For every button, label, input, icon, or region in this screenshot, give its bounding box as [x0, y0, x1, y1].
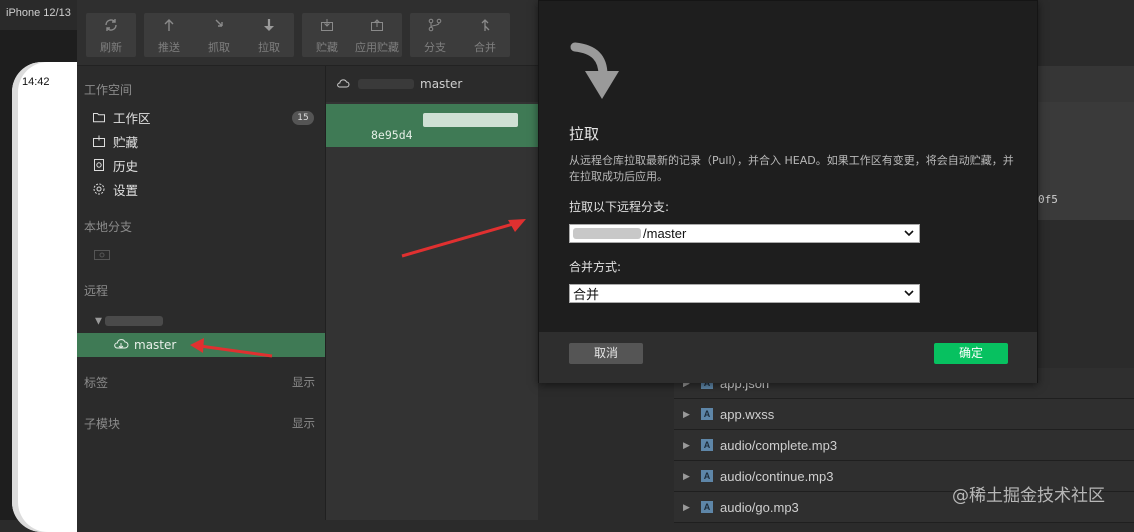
expand-arrow-icon[interactable]: ▶ [683, 440, 691, 451]
remote-branch-select-label: 拉取以下远程分支: [569, 200, 670, 214]
expand-arrow-icon[interactable]: ▶ [683, 502, 691, 513]
fetch-label: 抓取 [208, 41, 230, 54]
file-added-icon: A [701, 439, 713, 451]
merge-label: 合并 [474, 41, 496, 54]
chevron-down-icon [903, 286, 915, 303]
local-branch-section-title: 本地分支 [84, 220, 133, 234]
device-label: iPhone 12/13 [6, 7, 71, 19]
file-name: app.wxss [720, 406, 775, 422]
commit-hash-fragment: 0f5 [1038, 193, 1058, 206]
sidebar-item-workspace[interactable]: 工作区 [91, 106, 151, 128]
phone-screen[interactable] [12, 62, 77, 532]
stash-button[interactable]: 贮藏 [302, 13, 352, 57]
toolbar-group-stash: 贮藏 应用贮藏 [302, 13, 402, 57]
watermark: @稀土掘金技术社区 [952, 486, 1105, 506]
refresh-icon [102, 16, 120, 34]
sidebar-item-remote-master[interactable]: master [77, 333, 325, 357]
sidebar-item-label: 工作区 [113, 110, 151, 126]
remote-origin-toggle[interactable]: ▼ [95, 316, 163, 327]
file-name: audio/go.mp3 [720, 499, 799, 515]
merge-method-select[interactable]: 合并 [569, 284, 920, 303]
simulator-panel: iPhone 12/13 14:42 [0, 0, 77, 532]
tags-section-title: 标签 [84, 376, 109, 390]
git-toolbar: 刷新 推送 抓取 拉取 贮藏 应用贮藏 分支 合并 [77, 0, 538, 66]
push-icon [160, 16, 178, 34]
workspace-change-count-badge: 15 [292, 111, 314, 125]
status-time: 14:42 [22, 76, 50, 88]
stash-label: 贮藏 [316, 41, 338, 54]
sidebar-item-history[interactable]: 历史 [91, 154, 138, 176]
pull-button[interactable]: 拉取 [244, 13, 294, 57]
apply-stash-icon [368, 16, 386, 34]
submodule-show-button[interactable]: 显示 [292, 415, 315, 431]
stash-icon [318, 16, 336, 34]
file-name: audio/continue.mp3 [720, 468, 834, 484]
cloud-icon [336, 77, 350, 92]
sidebar-item-label: 贮藏 [113, 134, 139, 150]
sidebar-item-label: 历史 [113, 158, 139, 174]
remote-branch-label: master [134, 338, 177, 352]
gear-icon [91, 181, 107, 197]
refresh-label: 刷新 [100, 41, 122, 54]
merge-method-select-label: 合并方式: [569, 260, 622, 274]
pull-dialog: 拉取 从远程仓库拉取最新的记录（Pull），并合入 HEAD。如果工作区有变更，… [538, 0, 1038, 383]
submodule-section-title: 子模块 [84, 417, 121, 431]
confirm-button[interactable]: 确定 [934, 343, 1008, 364]
fetch-button[interactable]: 抓取 [194, 13, 244, 57]
branch-icon [426, 16, 444, 34]
sidebar-item-stash[interactable]: 贮藏 [91, 130, 138, 152]
commit-branch-tag [423, 113, 518, 127]
commit-list-panel: master 8e95d4 [326, 66, 538, 520]
branch-label: 分支 [424, 41, 446, 54]
cloud-icon [113, 337, 129, 353]
cancel-button[interactable]: 取消 [569, 343, 643, 364]
commit-list-header: master [326, 66, 538, 102]
expand-arrow-icon[interactable]: ▶ [683, 471, 691, 482]
pull-arrow-icon [569, 41, 621, 103]
pull-label: 拉取 [258, 41, 280, 54]
commit-row-selected[interactable]: 8e95d4 [326, 104, 538, 147]
tags-show-button[interactable]: 显示 [292, 374, 315, 390]
refresh-button[interactable]: 刷新 [86, 13, 136, 57]
file-added-icon: A [701, 408, 713, 420]
push-button[interactable]: 推送 [144, 13, 194, 57]
toolbar-group-sync: 刷新 [86, 13, 136, 57]
sidebar: 工作空间 工作区 15 贮藏 历史 设置 本地分支 远程 ▼ master 标签… [77, 66, 326, 520]
file-added-icon: A [701, 501, 713, 513]
stash-icon [91, 133, 107, 149]
toolbar-group-branch: 分支 合并 [410, 13, 510, 57]
chevron-down-icon [903, 226, 915, 243]
toolbar-group-remote: 推送 抓取 拉取 [144, 13, 294, 57]
merge-button[interactable]: 合并 [460, 13, 510, 57]
branch-button[interactable]: 分支 [410, 13, 460, 57]
sidebar-item-settings[interactable]: 设置 [91, 178, 138, 200]
remote-branch-select-value: /master [643, 226, 687, 241]
file-row[interactable]: ▶ A audio/complete.mp3 [674, 430, 1134, 461]
current-branch-label: master [420, 77, 463, 91]
merge-icon [476, 16, 494, 34]
file-name: audio/complete.mp3 [720, 437, 838, 453]
redacted-remote-name [573, 228, 641, 239]
file-added-icon: A [701, 470, 713, 482]
redacted-remote-name [104, 316, 163, 326]
push-label: 推送 [158, 41, 180, 54]
dialog-description: 从远程仓库拉取最新的记录（Pull），并合入 HEAD。如果工作区有变更，将会自… [569, 154, 1014, 183]
commit-hash: 8e95d4 [371, 128, 413, 142]
history-icon [91, 157, 107, 173]
pull-icon [260, 16, 278, 34]
empty-branch-icon [93, 248, 111, 265]
apply-stash-label: 应用贮藏 [355, 41, 399, 54]
redacted-remote-name [358, 79, 414, 89]
merge-method-select-value: 合并 [573, 287, 600, 302]
sidebar-item-label: 设置 [113, 182, 139, 198]
expand-arrow-icon[interactable]: ▶ [683, 409, 691, 420]
fetch-icon [210, 16, 228, 34]
dialog-title: 拉取 [569, 125, 600, 143]
remote-branch-select[interactable]: /master [569, 224, 920, 243]
workspace-section-title: 工作空间 [84, 83, 133, 97]
folder-icon [91, 109, 107, 125]
remote-section-title: 远程 [84, 284, 109, 298]
apply-stash-button[interactable]: 应用贮藏 [352, 13, 402, 57]
file-row[interactable]: ▶ A app.wxss [674, 399, 1134, 430]
